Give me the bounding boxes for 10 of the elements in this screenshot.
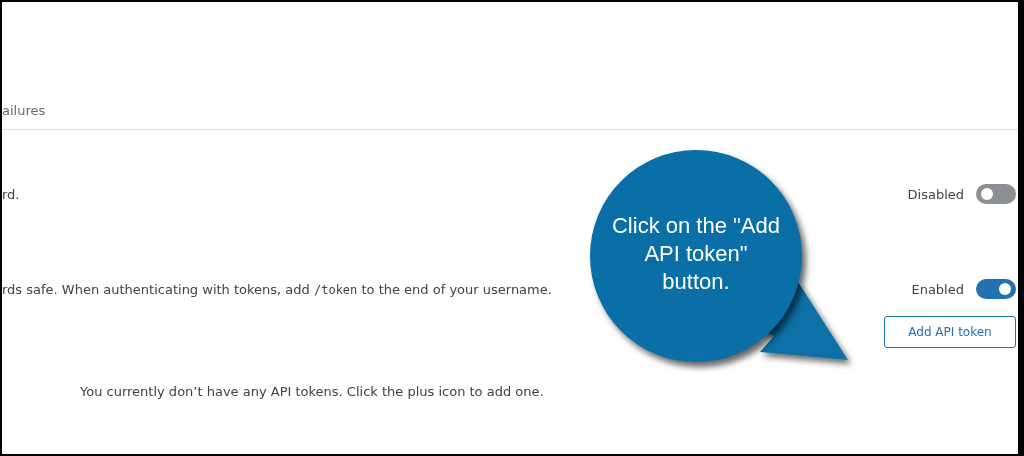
- tab-label[interactable]: ailures: [2, 103, 46, 118]
- status-label: Enabled: [911, 281, 964, 297]
- toggle-switch[interactable]: [976, 184, 1016, 204]
- status-label: Disabled: [907, 186, 964, 202]
- setting-description: rd.: [2, 186, 20, 202]
- callout-bubble: Click on the "Add API token" button.: [590, 150, 802, 362]
- add-token-button[interactable]: Add API token: [884, 316, 1016, 348]
- toggle-switch[interactable]: [976, 279, 1016, 299]
- setting-description: rds safe. When authenticating with tokens, add /token to the end of your username.: [2, 281, 552, 297]
- empty-message: You currently don’t have any API tokens. Click the plus icon to add one.: [80, 384, 545, 399]
